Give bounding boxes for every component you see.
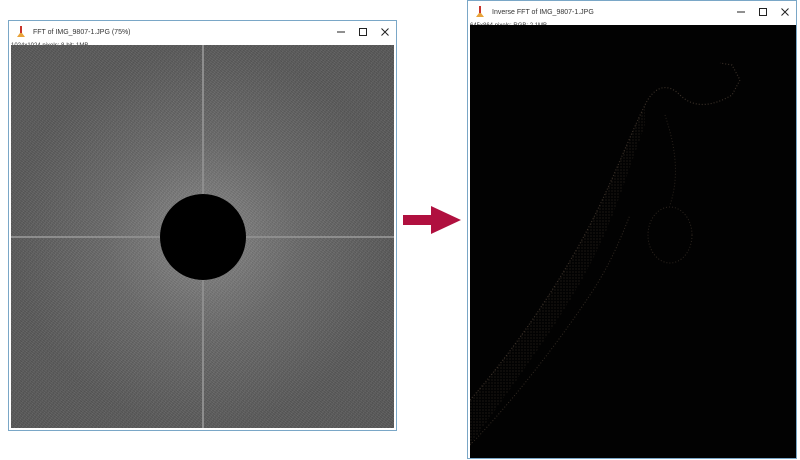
fft-window[interactable]: FFT of IMG_9807-1.JPG (75%) 1024x1024 pi… [8, 20, 397, 431]
fft-power-spectrum-image[interactable] [11, 45, 394, 428]
imagej-app-icon [17, 26, 25, 37]
close-icon[interactable] [374, 21, 396, 43]
minimize-icon[interactable] [330, 21, 352, 43]
inverse-image-content [470, 62, 741, 446]
circular-filter-mask [159, 193, 246, 280]
inverse-window-title: Inverse FFT of IMG_9807-1.JPG [492, 8, 594, 16]
imagej-app-icon [476, 6, 484, 17]
fft-window-title: FFT of IMG_9807-1.JPG (75%) [33, 28, 131, 36]
maximize-icon[interactable] [752, 1, 774, 23]
inverse-fft-window[interactable]: Inverse FFT of IMG_9807-1.JPG 645x864 pi… [467, 0, 797, 459]
inverse-fft-image[interactable] [470, 25, 796, 458]
inverse-title-bar[interactable]: Inverse FFT of IMG_9807-1.JPG [468, 1, 796, 23]
fft-title-bar[interactable]: FFT of IMG_9807-1.JPG (75%) [9, 21, 396, 43]
maximize-icon[interactable] [352, 21, 374, 43]
close-icon[interactable] [774, 1, 796, 23]
arrow-right-icon [403, 206, 461, 234]
minimize-icon[interactable] [730, 1, 752, 23]
